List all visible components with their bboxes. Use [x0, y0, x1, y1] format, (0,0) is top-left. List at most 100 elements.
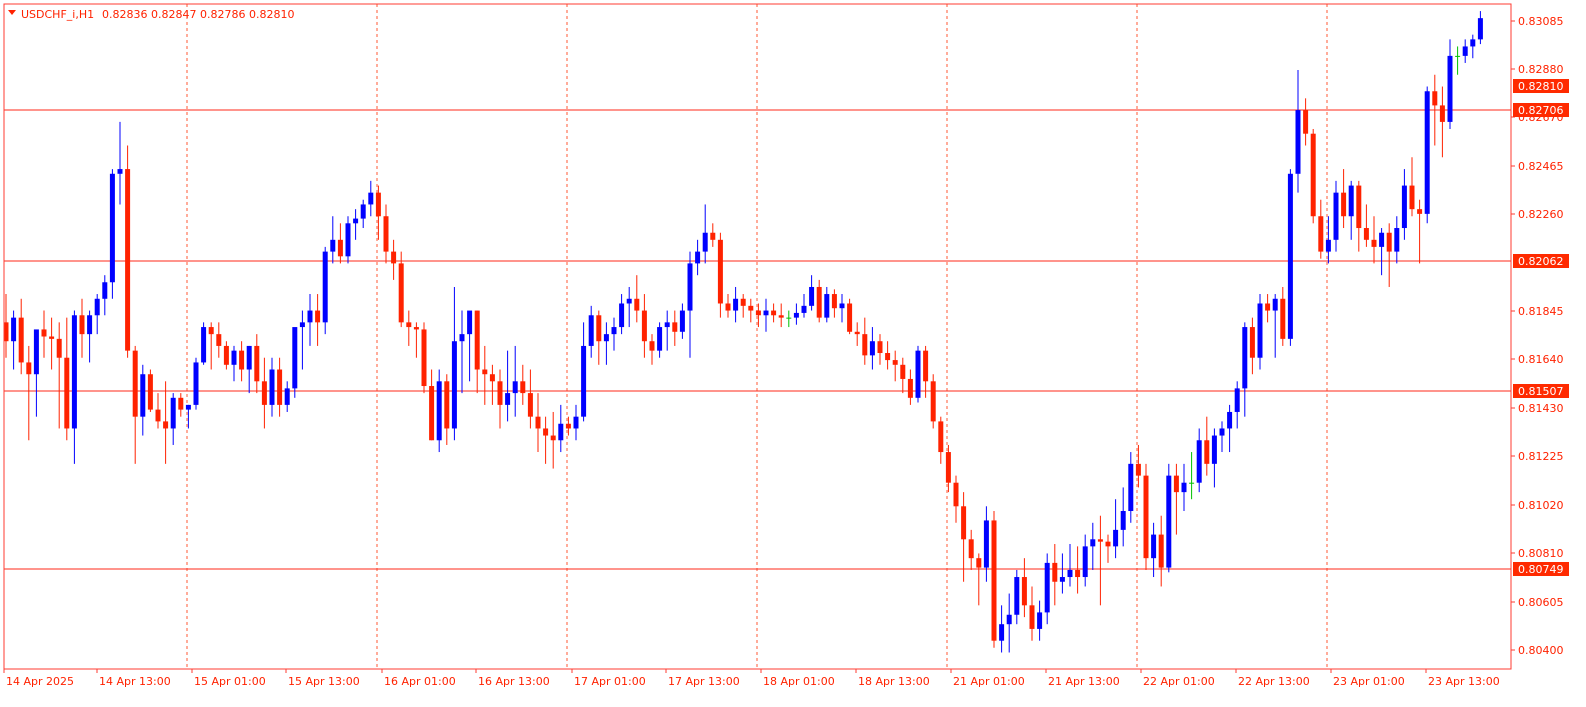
candle-body	[11, 317, 17, 342]
level-price-label[interactable]: 0.81507	[1513, 384, 1569, 398]
candle-body	[41, 329, 47, 337]
candle-body	[938, 421, 944, 453]
level-price-label[interactable]: 0.82706	[1513, 103, 1569, 117]
candle-body	[1295, 110, 1301, 174]
candle-body	[809, 286, 815, 306]
candle-body	[482, 369, 488, 375]
candle-body	[1447, 55, 1453, 122]
candle-body	[1348, 185, 1354, 217]
candle-body	[178, 397, 184, 410]
candle-body	[573, 416, 579, 429]
candle-body	[1310, 133, 1316, 217]
candle-body	[444, 381, 450, 429]
candle-body	[292, 327, 298, 389]
y-tick-label: 0.81430	[1518, 402, 1564, 415]
candle-body	[869, 341, 875, 356]
candle-body	[132, 350, 138, 417]
y-tick-label: 0.80810	[1518, 547, 1564, 560]
candle-body	[1158, 534, 1164, 568]
candle-body	[353, 218, 359, 224]
candle-body	[254, 345, 260, 382]
level-price-label[interactable]: 0.80749	[1513, 562, 1569, 576]
candle-body	[391, 251, 397, 264]
candle-body	[1105, 541, 1111, 547]
candle-body	[18, 317, 24, 363]
candle-body	[1280, 298, 1286, 339]
candle-body	[527, 393, 533, 417]
candle-body	[223, 345, 229, 365]
candle-body	[1424, 91, 1430, 214]
x-tick-label: 22 Apr 01:00	[1143, 675, 1215, 688]
candle-body	[193, 362, 199, 405]
candlestick-chart[interactable]: 0.830850.828800.826700.824650.822600.818…	[0, 0, 1586, 703]
y-tick-label: 0.81640	[1518, 353, 1564, 366]
candle-body	[1143, 475, 1149, 559]
candle-body	[763, 310, 769, 316]
candle-body	[1082, 546, 1088, 578]
candle-body	[330, 239, 336, 252]
candle-body	[436, 381, 442, 441]
candle-body	[1059, 577, 1065, 582]
candle-body	[892, 360, 898, 365]
candle-body	[1120, 511, 1126, 530]
x-tick-label: 16 Apr 13:00	[478, 675, 550, 688]
candle-body	[71, 315, 77, 429]
y-tick-label: 0.80400	[1518, 644, 1564, 657]
symbol-label: USDCHF_i,H1	[21, 8, 94, 21]
candle-body	[398, 263, 404, 323]
candle-body	[672, 322, 678, 332]
candle-body	[862, 334, 868, 356]
level-price-label[interactable]: 0.82062	[1513, 254, 1569, 268]
candle-body	[261, 381, 267, 405]
candle	[1143, 463, 1149, 570]
current-price-label[interactable]: 0.82810	[1513, 79, 1569, 93]
candle	[436, 369, 442, 453]
candle-body	[1075, 569, 1081, 578]
candle-body	[1455, 55, 1461, 57]
candle-body	[1204, 440, 1210, 464]
candle-body	[588, 315, 594, 346]
candle-body	[421, 329, 427, 387]
candle-body	[1401, 185, 1407, 229]
price-label-text: 0.81507	[1518, 385, 1564, 398]
candle-body	[429, 386, 435, 441]
candle-body	[778, 315, 784, 318]
candle-body	[497, 381, 503, 405]
candle-body	[664, 322, 670, 328]
y-tick-label: 0.82465	[1518, 160, 1564, 173]
chart-container[interactable]: 0.83085 0.82880 0.82670 0.82465 0.82260 0.818…	[0, 0, 1586, 703]
y-tick-label: 0.81845	[1518, 305, 1564, 318]
y-tick-label: 0.81225	[1518, 450, 1564, 463]
candle-body	[1242, 327, 1248, 389]
candle-body	[824, 294, 830, 318]
candle	[1287, 169, 1293, 346]
candle-body	[611, 327, 617, 335]
x-tick-label: 18 Apr 01:00	[763, 675, 835, 688]
y-tick-label: 0.82880	[1518, 63, 1564, 76]
candle-body	[771, 310, 777, 316]
candle-body	[953, 482, 959, 507]
candle-body	[1173, 475, 1179, 493]
candle-body	[1014, 577, 1020, 615]
plot-area[interactable]	[0, 0, 1586, 703]
candle-body	[520, 381, 526, 394]
candle	[201, 322, 207, 365]
candle-body	[657, 327, 663, 351]
candle-body	[1462, 46, 1468, 56]
price-label-text: 0.82810	[1518, 80, 1564, 93]
chart-header: USDCHF_i,H1 0.82836 0.82847 0.82786 0.82…	[8, 8, 294, 21]
candle-body	[907, 378, 913, 398]
candle-body	[565, 423, 571, 429]
candle-body	[710, 232, 716, 240]
candle-body	[1067, 569, 1073, 578]
candle-body	[786, 317, 792, 319]
candle-body	[56, 338, 62, 358]
candle-body	[307, 310, 313, 323]
x-tick-label: 18 Apr 13:00	[858, 675, 930, 688]
candle-body	[1394, 228, 1400, 252]
candle-body	[1211, 435, 1217, 464]
candle-body	[983, 520, 989, 568]
candle-body	[839, 303, 845, 309]
candle-body	[1135, 463, 1141, 476]
candle-body	[155, 409, 161, 422]
